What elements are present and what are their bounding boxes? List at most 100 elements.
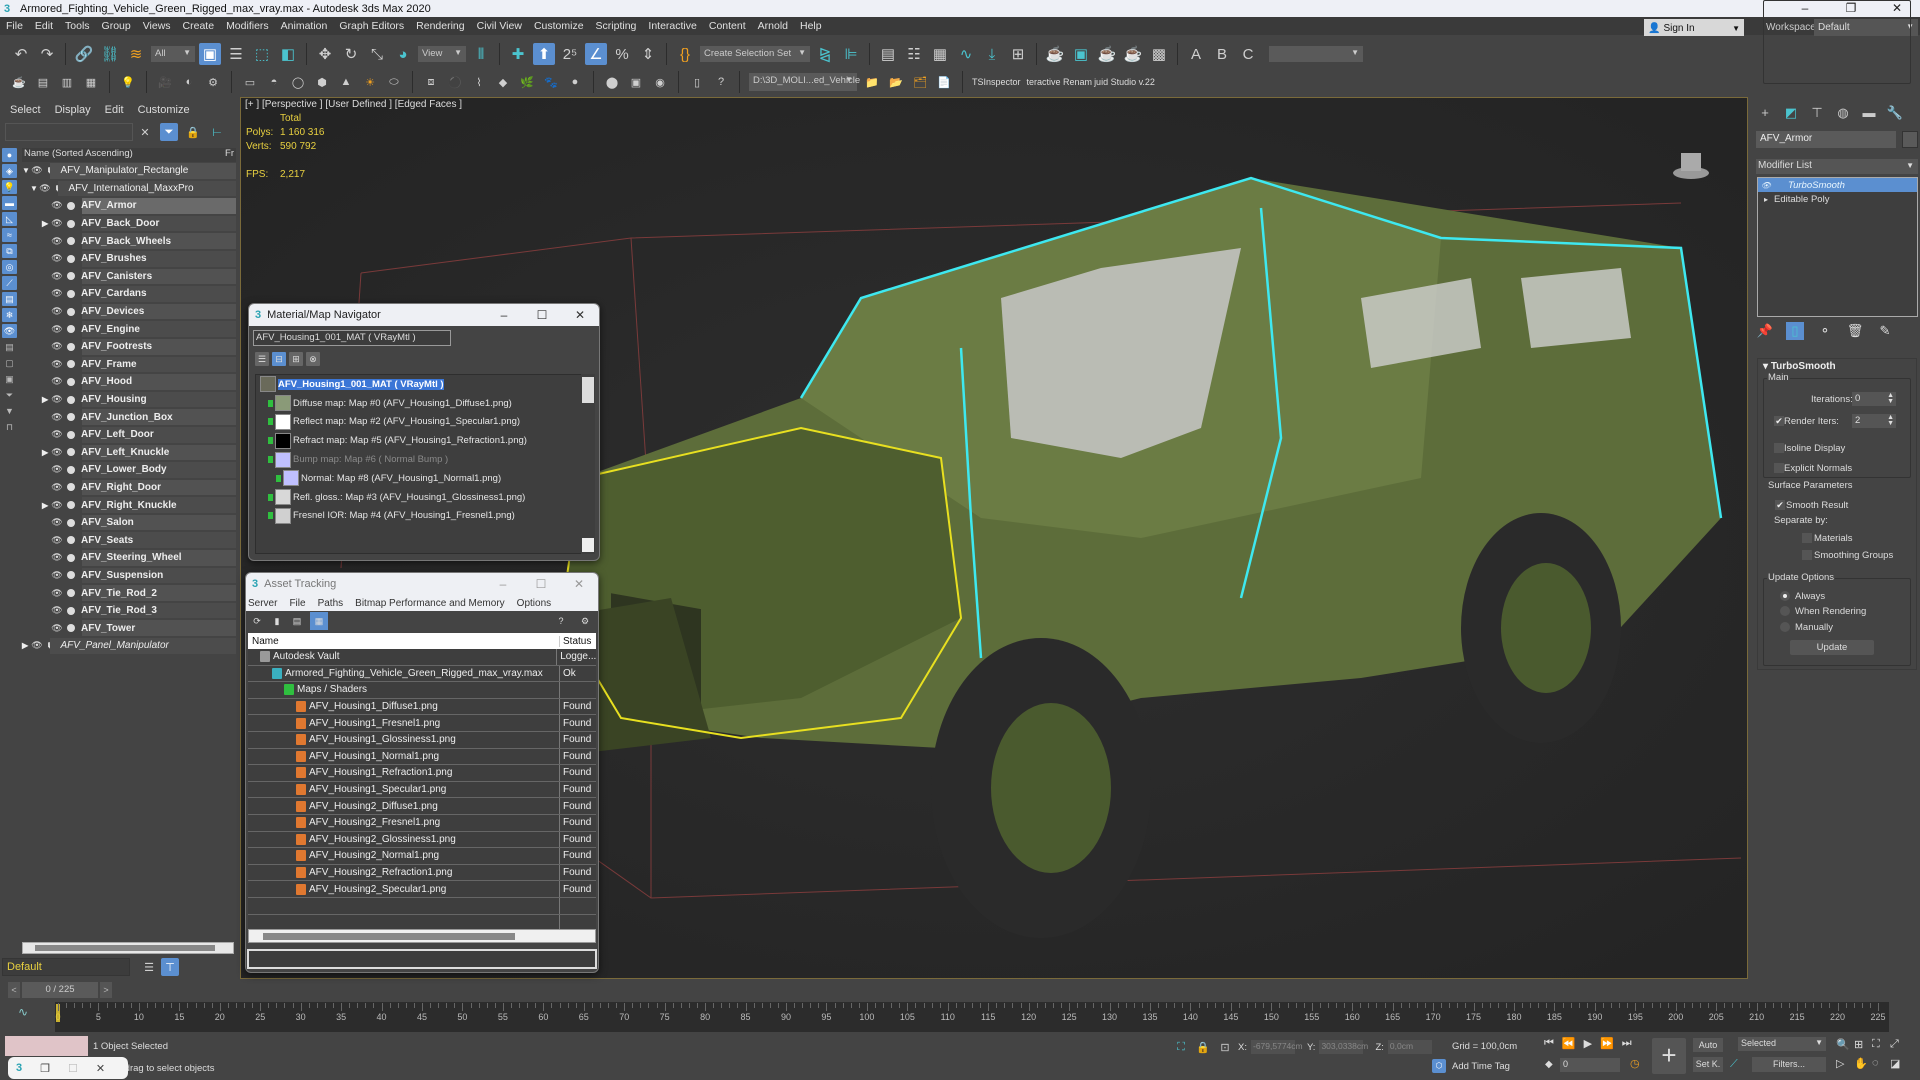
view-small-icons-icon[interactable]: ⊞	[289, 352, 303, 366]
menu-select[interactable]: Select	[10, 104, 41, 116]
visibility-eye-icon[interactable]: 👁	[50, 605, 64, 616]
add-time-tag[interactable]: ⬡ Add Time Tag	[1432, 1059, 1510, 1073]
vray-object-icon[interactable]: ⚫	[446, 73, 464, 91]
menu-customize[interactable]: Customize	[528, 20, 590, 32]
material-tree-node[interactable]: Refract map: Map #5 (AFV_Housing1_Refrac…	[256, 431, 584, 450]
asset-row[interactable]: AFV_Housing2_Glossiness1.png Found	[248, 831, 596, 849]
visibility-eye-icon[interactable]: 👁	[50, 623, 64, 634]
set-key-button[interactable]: +	[1652, 1038, 1686, 1074]
visibility-eye-icon[interactable]: 👁	[30, 165, 44, 176]
extra-dropdown[interactable]: ▼	[1269, 46, 1363, 62]
scene-item[interactable]: ▼👁⧉AFV_International_MaxxPro	[22, 180, 236, 198]
close-button[interactable]: ✕	[561, 308, 599, 322]
menu-animation[interactable]: Animation	[275, 20, 334, 32]
lens-icon[interactable]: ◐	[180, 73, 198, 91]
scene-horizontal-scrollbar[interactable]	[22, 942, 234, 954]
render-iters-checkbox[interactable]: ✔	[1774, 416, 1784, 426]
reference-coordinate-dropdown[interactable]: View ▼	[418, 46, 466, 62]
spinner-arrows-icon[interactable]: ▲ ▼	[1887, 392, 1894, 405]
view-large-icons-icon[interactable]: ⊗	[306, 352, 320, 366]
dialog-title-bar[interactable]: 3 Material/Map Navigator – ☐ ✕	[249, 304, 599, 326]
zoom-icon[interactable]: 🔍	[1836, 1038, 1854, 1051]
curve-editor-toggle-icon[interactable]: ∿	[18, 1005, 28, 1019]
plane-light-icon[interactable]: ▭	[241, 73, 259, 91]
asset-row[interactable]: AFV_Housing2_Refraction1.png Found	[248, 864, 596, 882]
eye-icon[interactable]: 👁	[1758, 181, 1774, 190]
scene-item[interactable]: ▶ 👁 AFV_Left_Knuckle	[22, 444, 236, 462]
asset-menu-bitmap-performance-and-memory[interactable]: Bitmap Performance and Memory	[355, 598, 505, 609]
display-all-icon[interactable]: ▤	[2, 340, 17, 354]
freeze-dot-icon[interactable]	[67, 237, 75, 246]
bind-space-warp-icon[interactable]: ≋	[125, 43, 147, 65]
table-icon[interactable]: ▤	[290, 614, 304, 628]
filter-mode-icon[interactable]: ▼	[2, 404, 17, 418]
key-filter-dropdown[interactable]: Selected ▼	[1738, 1037, 1826, 1051]
minimize-button[interactable]: –	[485, 308, 523, 322]
maxscript-listener-mini[interactable]	[5, 1036, 88, 1056]
snaps-toggle-icon[interactable]: 2⁵	[559, 43, 581, 65]
scroll-thumb[interactable]	[35, 945, 215, 951]
scene-item[interactable]: 👁 AFV_Back_Wheels	[22, 232, 236, 250]
menu-interactive[interactable]: Interactive	[642, 20, 702, 32]
material-tree-node[interactable]: Normal: Map #8 (AFV_Housing1_Normal1.png…	[256, 469, 584, 488]
menu-help[interactable]: Help	[794, 20, 828, 32]
collapsed-arrow-icon[interactable]: ▶	[42, 219, 50, 228]
create-tab-icon[interactable]: +	[1756, 104, 1774, 122]
play-icon[interactable]: ▶	[1584, 1037, 1592, 1050]
freeze-dot-icon[interactable]	[67, 201, 75, 210]
remove-modifier-icon[interactable]: 🗑	[1846, 322, 1864, 340]
rock-icon[interactable]: ●	[566, 73, 584, 91]
plant-icon[interactable]: 🌿	[518, 73, 536, 91]
current-frame-field[interactable]: 0	[1560, 1058, 1620, 1072]
view-list-icons-icon[interactable]: ⊟	[272, 352, 286, 366]
freeze-dot-icon[interactable]	[67, 518, 75, 527]
hidden-filter-icon[interactable]: 👁	[2, 324, 17, 338]
scene-item[interactable]: 👁 AFV_Junction_Box	[22, 408, 236, 426]
invert-display-icon[interactable]: ▣	[2, 372, 17, 386]
display-none-icon[interactable]: ▢	[2, 356, 17, 370]
previous-frame-icon[interactable]: ⏪	[1562, 1037, 1576, 1050]
menu-edit[interactable]: Edit	[29, 20, 59, 32]
filter-icon[interactable]: ⏷	[160, 123, 178, 141]
asset-horizontal-scrollbar[interactable]	[248, 929, 596, 943]
asset-row[interactable]	[248, 897, 596, 915]
maximize-button[interactable]: ☐	[523, 308, 561, 322]
update-when-rendering-radio[interactable]	[1780, 606, 1790, 616]
minimize-button[interactable]: –	[484, 577, 522, 591]
cameras-filter-icon[interactable]: ▬	[2, 196, 17, 210]
update-always-radio[interactable]	[1780, 591, 1790, 601]
next-frame-icon[interactable]: ⏩	[1600, 1037, 1614, 1050]
scene-item[interactable]: 👁 AFV_Lower_Body	[22, 461, 236, 479]
teapot-icon[interactable]: ☕	[10, 73, 28, 91]
mesh-light-icon[interactable]: ⬢	[313, 73, 331, 91]
light-icon[interactable]: 💡	[119, 73, 137, 91]
freeze-dot-icon[interactable]	[67, 483, 75, 492]
asset-row[interactable]: Autodesk Vault Logge...	[248, 649, 596, 666]
filter-settings-icon[interactable]: ⏷	[2, 388, 17, 402]
redo-icon[interactable]: ↷	[36, 43, 58, 65]
help-icon[interactable]: ?	[712, 73, 730, 91]
sign-in-dropdown[interactable]: 👤 Sign In ▼	[1644, 19, 1744, 37]
move-icon[interactable]: ✥	[314, 43, 336, 65]
render-c-icon[interactable]: C	[1237, 43, 1259, 65]
object-name-field[interactable]: AFV_Armor	[1756, 131, 1896, 148]
tsinspector-label[interactable]: TSInspector	[972, 77, 1021, 87]
ies-light-icon[interactable]: ▲	[337, 73, 355, 91]
close-button[interactable]: ✕	[560, 577, 598, 591]
materials-checkbox[interactable]	[1802, 533, 1812, 543]
asset-menu-paths[interactable]: Paths	[318, 598, 344, 609]
smoothing-groups-checkbox[interactable]	[1802, 550, 1812, 560]
menu-group[interactable]: Group	[96, 20, 137, 32]
rendered-frame-window-icon[interactable]: ▣	[1070, 43, 1092, 65]
visibility-eye-icon[interactable]: 👁	[50, 394, 64, 405]
asset-row[interactable]: AFV_Housing2_Specular1.png Found	[248, 881, 596, 898]
clear-search-icon[interactable]: ✕	[136, 123, 154, 141]
unlink-icon[interactable]: ⛓	[99, 43, 121, 65]
undo-icon[interactable]: ↶	[10, 43, 32, 65]
taskbar-preview-popup[interactable]: 3 ❐ ☐ ✕	[8, 1057, 128, 1079]
scene-item[interactable]: 👁 AFV_Cardans	[22, 285, 236, 303]
hierarchy-icon[interactable]: ⊢	[208, 123, 226, 141]
prev-frame-button[interactable]: <	[8, 982, 20, 998]
asset-row[interactable]: AFV_Housing2_Diffuse1.png Found	[248, 798, 596, 815]
toggle-ribbon-icon[interactable]: ▦	[929, 43, 951, 65]
